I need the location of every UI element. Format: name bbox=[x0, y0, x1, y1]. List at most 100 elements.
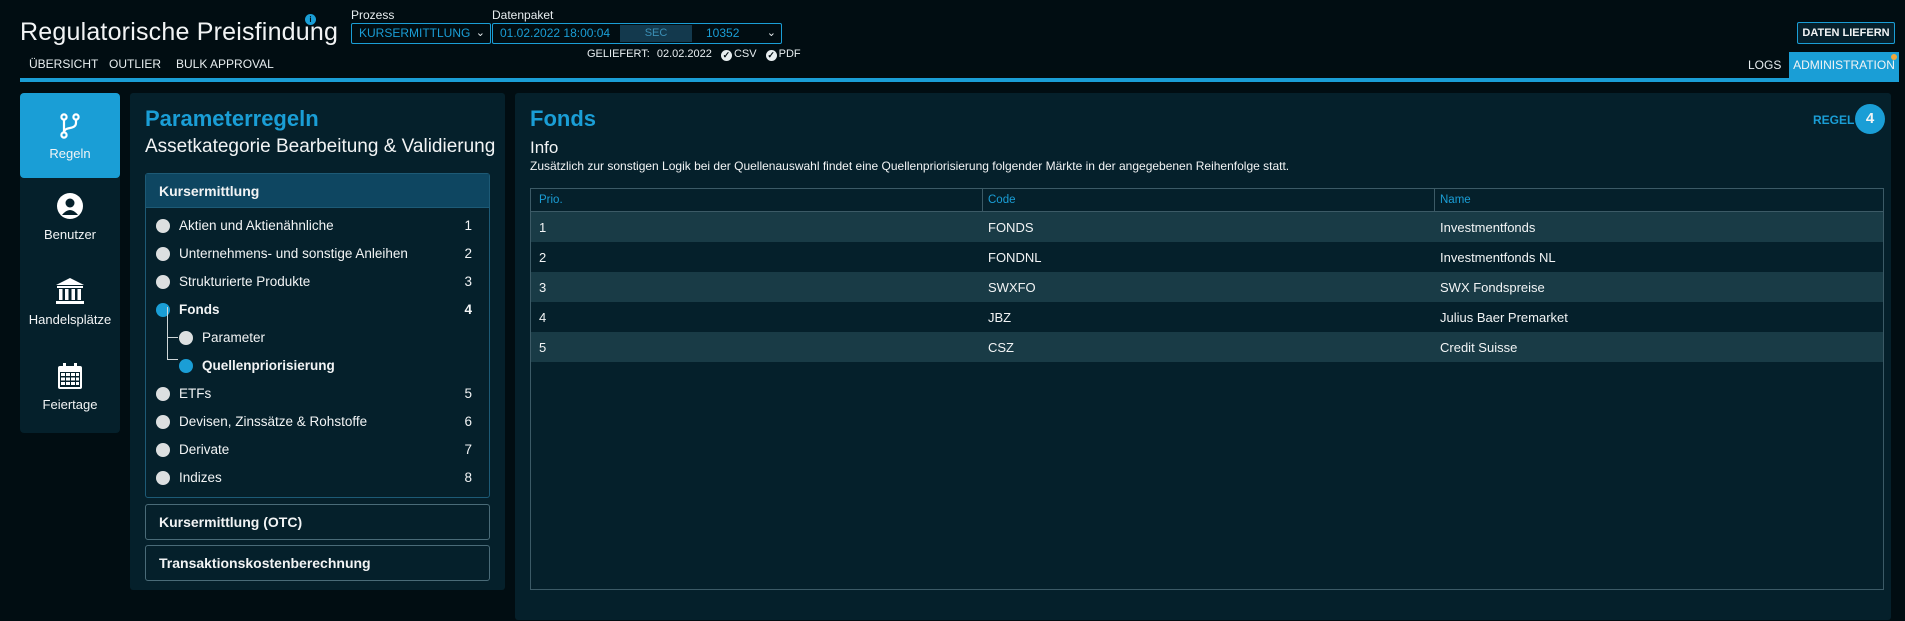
cell-prio: 1 bbox=[539, 220, 547, 235]
tree-item-label: Unternehmens- und sonstige Anleihen bbox=[179, 246, 408, 261]
cell-code: CSZ bbox=[988, 340, 1014, 355]
sidebar-item-label: Benutzer bbox=[43, 227, 97, 242]
cell-name: SWX Fondspreise bbox=[1440, 280, 1545, 295]
accordion-header[interactable]: Kursermittlung bbox=[146, 174, 489, 208]
table-row[interactable]: 2 FONDNL Investmentfonds NL bbox=[531, 242, 1883, 272]
tree-item-label: Indizes bbox=[179, 470, 222, 485]
tree-item-label: ETFs bbox=[179, 386, 212, 401]
header: Regulatorische Preisfindung i Prozess KU… bbox=[0, 0, 1905, 82]
tree-item-count: 5 bbox=[464, 386, 472, 401]
status-dot bbox=[179, 331, 193, 345]
page-title: Fonds bbox=[530, 106, 596, 131]
cell-code: FONDS bbox=[988, 220, 1034, 235]
tree-item-count: 3 bbox=[464, 274, 472, 289]
nav-outlier[interactable]: OUTLIER bbox=[109, 57, 161, 71]
cell-prio: 2 bbox=[539, 250, 547, 265]
regel-number-badge: 4 bbox=[1855, 104, 1885, 134]
tree-item-count: 8 bbox=[464, 470, 472, 485]
tree-item[interactable]: Unternehmens- und sonstige Anleihen 2 bbox=[146, 243, 489, 265]
cell-name: Julius Baer Premarket bbox=[1440, 310, 1568, 325]
chevron-down-icon: ⌄ bbox=[475, 27, 485, 39]
delivered-date: 02.02.2022 bbox=[656, 48, 712, 60]
cell-name: Investmentfonds bbox=[1440, 220, 1536, 235]
accordion-transaktionskosten[interactable]: Transaktionskostenberechnung bbox=[145, 545, 490, 581]
deliver-data-button[interactable]: DATEN LIEFERN bbox=[1797, 22, 1895, 44]
table-row[interactable]: 1 FONDS Investmentfonds bbox=[531, 212, 1883, 242]
cell-code: FONDNL bbox=[988, 250, 1042, 265]
nav-administration[interactable]: ADMINISTRATION bbox=[1789, 52, 1899, 78]
column-divider bbox=[1434, 189, 1435, 212]
branch-icon bbox=[60, 113, 80, 139]
user-icon bbox=[57, 193, 83, 219]
notification-dot bbox=[1891, 54, 1897, 60]
process-value: KURSERMITTLUNG bbox=[359, 26, 471, 40]
cell-code: SWXFO bbox=[988, 280, 1036, 295]
tree-subitem[interactable]: Parameter bbox=[146, 327, 489, 349]
tree-subitem-selected[interactable]: Quellenpriorisierung bbox=[146, 355, 489, 377]
bank-icon bbox=[56, 278, 84, 304]
column-header-name[interactable]: Name bbox=[1440, 194, 1471, 206]
tree-item-label: Parameter bbox=[202, 330, 266, 345]
column-header-code[interactable]: Code bbox=[988, 194, 1016, 206]
process-select[interactable]: KURSERMITTLUNG ⌄ bbox=[351, 23, 491, 44]
status-dot bbox=[156, 219, 170, 233]
tree-item-label: Aktien und Aktienähnliche bbox=[179, 218, 334, 233]
sidebar: Regeln Benutzer Handelsplätze Feiertage bbox=[20, 93, 120, 433]
table-row[interactable]: 3 SWXFO SWX Fondspreise bbox=[531, 272, 1883, 302]
cell-prio: 4 bbox=[539, 310, 547, 325]
tree-item[interactable]: Indizes 8 bbox=[146, 467, 489, 489]
table-row[interactable]: 4 JBZ Julius Baer Premarket bbox=[531, 302, 1883, 332]
status-dot bbox=[156, 415, 170, 429]
sec-badge: SEC bbox=[620, 25, 692, 42]
csv-link[interactable]: CSV bbox=[734, 48, 757, 60]
app-title: Regulatorische Preisfindung bbox=[20, 18, 339, 46]
status-dot bbox=[179, 359, 193, 373]
sidebar-item-regeln[interactable]: Regeln bbox=[20, 93, 120, 178]
rules-panel-title: Parameterregeln bbox=[145, 106, 319, 131]
tree-item[interactable]: Strukturierte Produkte 3 bbox=[146, 271, 489, 293]
table-header: Prio. Code Name bbox=[531, 189, 1883, 212]
chevron-down-icon: ⌄ bbox=[766, 27, 776, 39]
tree-item-count: 1 bbox=[464, 218, 472, 233]
sidebar-item-benutzer[interactable]: Benutzer bbox=[20, 178, 120, 263]
pdf-link[interactable]: PDF bbox=[779, 48, 801, 60]
check-icon: ✓ bbox=[765, 50, 777, 61]
header-accent-bar bbox=[20, 78, 1899, 82]
cell-name: Investmentfonds NL bbox=[1440, 250, 1556, 265]
nav-bulk-approval[interactable]: BULK APPROVAL bbox=[176, 57, 274, 71]
delivered-label: GELIEFERT: bbox=[587, 48, 650, 60]
tree-item-label: Derivate bbox=[179, 442, 230, 457]
calendar-icon bbox=[58, 363, 82, 389]
rules-panel-subtitle: Assetkategorie Bearbeitung & Validierung bbox=[145, 136, 496, 157]
tree-item-count: 2 bbox=[464, 246, 472, 261]
tree-item[interactable]: Derivate 7 bbox=[146, 439, 489, 461]
tree-item-selected[interactable]: Fonds 4 bbox=[146, 299, 489, 321]
process-label: Prozess bbox=[351, 8, 395, 22]
priority-table: Prio. Code Name 1 FONDS Investmentfonds … bbox=[530, 188, 1884, 590]
nav-administration-label: ADMINISTRATION bbox=[1793, 58, 1895, 72]
cell-prio: 3 bbox=[539, 280, 547, 295]
tree-item[interactable]: Devisen, Zinssätze & Rohstoffe 6 bbox=[146, 411, 489, 433]
rules-panel: Parameterregeln Assetkategorie Bearbeitu… bbox=[130, 93, 505, 590]
datenpaket-label: Datenpaket bbox=[492, 8, 554, 22]
table-row[interactable]: 5 CSZ Credit Suisse bbox=[531, 332, 1883, 362]
sidebar-item-handelsplaetze[interactable]: Handelsplätze bbox=[20, 263, 120, 348]
sidebar-item-feiertage[interactable]: Feiertage bbox=[20, 348, 120, 433]
cell-name: Credit Suisse bbox=[1440, 340, 1518, 355]
tree-item-count: 7 bbox=[464, 442, 472, 457]
tree-item[interactable]: ETFs 5 bbox=[146, 383, 489, 405]
tree-item-label: Strukturierte Produkte bbox=[179, 274, 311, 289]
status-dot bbox=[156, 471, 170, 485]
tree-item-label: Quellenpriorisierung bbox=[202, 358, 335, 373]
tree-item[interactable]: Aktien und Aktienähnliche 1 bbox=[146, 215, 489, 237]
cell-code: JBZ bbox=[988, 310, 1012, 325]
nav-overview[interactable]: ÜBERSICHT bbox=[29, 57, 98, 71]
nav-logs[interactable]: LOGS bbox=[1748, 53, 1781, 77]
datenpaket-datetime: 01.02.2022 18:00:04 bbox=[500, 26, 611, 40]
column-divider bbox=[982, 189, 983, 212]
accordion-kursermittlung-otc[interactable]: Kursermittlung (OTC) bbox=[145, 504, 490, 540]
info-icon[interactable]: i bbox=[305, 14, 316, 25]
status-dot bbox=[156, 443, 170, 457]
column-header-prio[interactable]: Prio. bbox=[539, 194, 563, 206]
sidebar-item-label: Handelsplätze bbox=[28, 312, 112, 327]
